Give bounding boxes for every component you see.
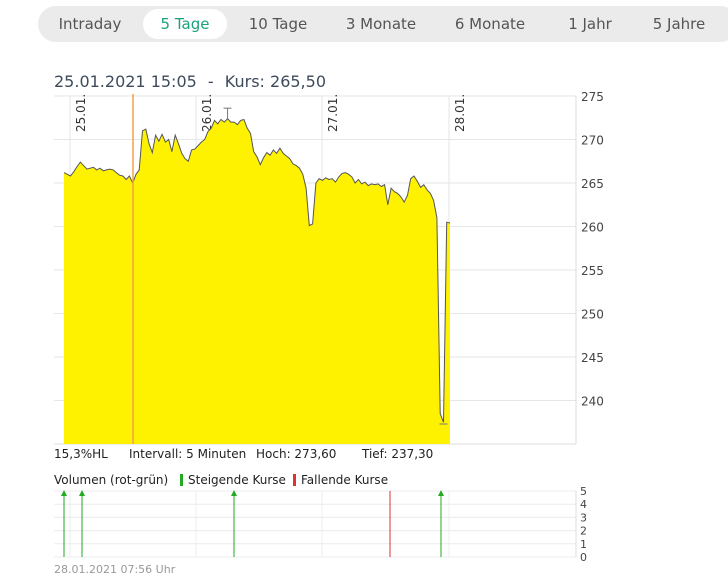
legend-down-mark [293, 474, 296, 486]
x-tick-label: 25.01. [74, 94, 88, 132]
y-tick-label: 255 [581, 264, 604, 278]
stat-tief: Tief: 237,30 [362, 447, 434, 461]
y-tick-label: 240 [581, 395, 604, 409]
legend-steigend-label: Steigende Kurse [188, 473, 286, 487]
y-tick-label: 260 [581, 221, 604, 235]
y-tick-label: 250 [581, 308, 604, 322]
y-tick-label: 245 [581, 351, 604, 365]
x-tick-label: 28.01. [453, 94, 467, 132]
volume-tick-label: 1 [580, 538, 587, 551]
price-area [64, 118, 450, 444]
stat-interval: Intervall: 5 Minuten [129, 447, 247, 461]
volume-tick-label: 4 [580, 498, 587, 511]
stat-hoch: Hoch: 273,60 [256, 447, 337, 461]
stat-hl: 15,3%HL [54, 447, 108, 461]
legend-volumen: Volumen (rot-grün) [54, 473, 169, 487]
volume-tick-label: 3 [580, 511, 587, 524]
legend-steigend: Steigende Kurse [180, 473, 286, 487]
y-tick-label: 265 [581, 177, 604, 191]
volume-tick-label: 5 [580, 485, 587, 498]
y-tick-label: 275 [581, 90, 604, 104]
x-tick-label: 27.01. [326, 94, 340, 132]
volume-tick-label: 2 [580, 525, 587, 538]
legend-up-mark [180, 474, 183, 486]
footer-timestamp: 28.01.2021 07:56 Uhr [54, 563, 176, 576]
price-chart[interactable]: 24024525025526026527027525.01. 26.01. 27.0… [0, 0, 728, 587]
volume-tick-label: 0 [580, 551, 587, 564]
legend-fallend-label: Fallende Kurse [301, 473, 389, 487]
y-tick-label: 270 [581, 134, 604, 148]
legend-fallend: Fallende Kurse [293, 473, 388, 487]
